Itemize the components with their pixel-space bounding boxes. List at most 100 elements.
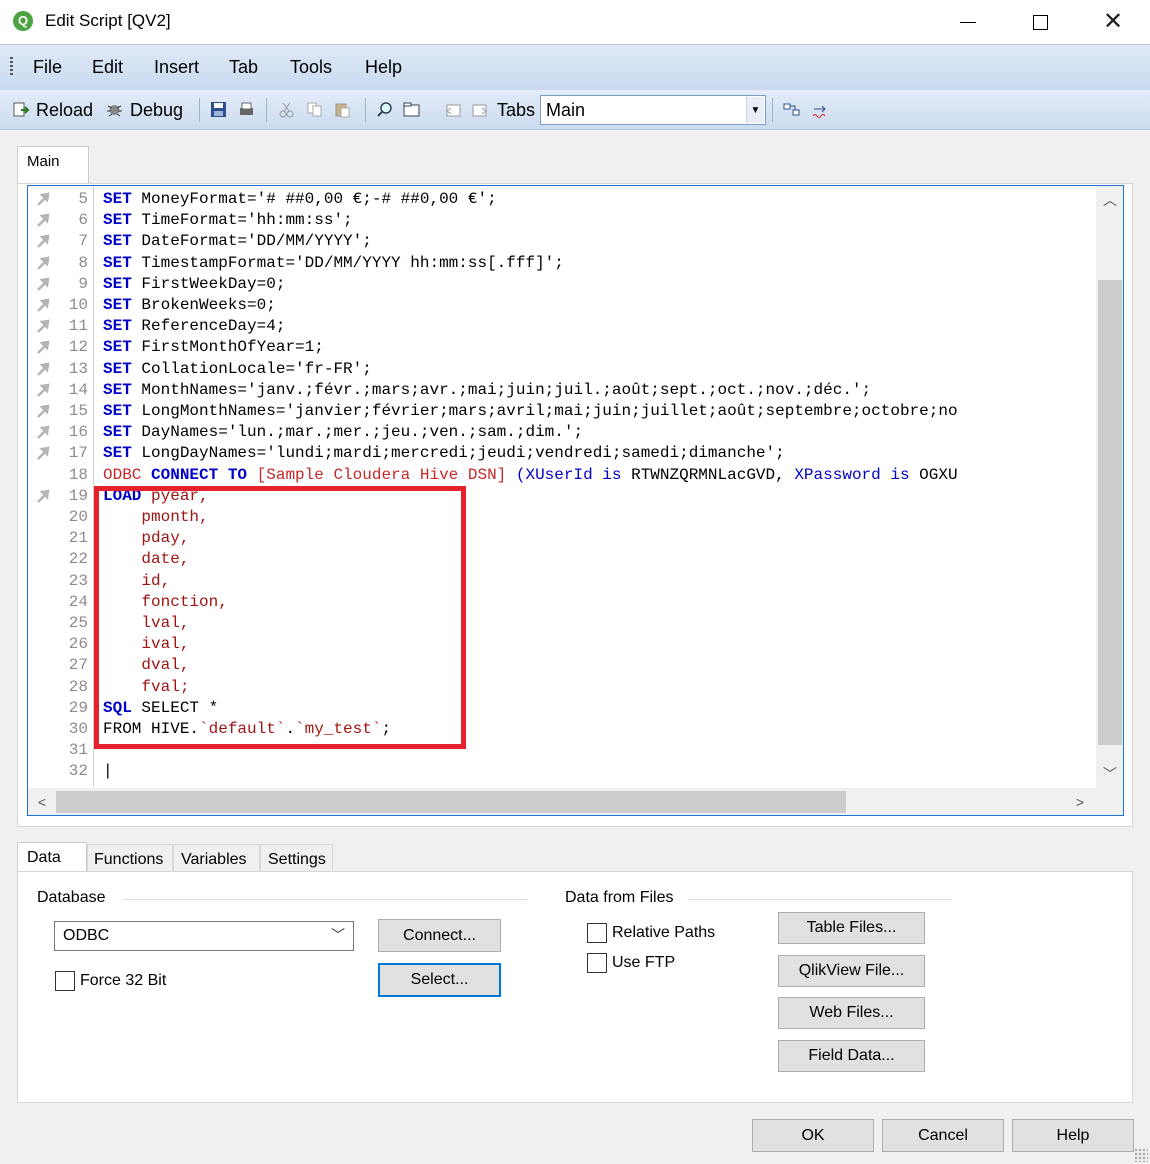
menu-file[interactable]: File [33, 57, 62, 78]
relative-paths-checkbox[interactable] [587, 923, 607, 943]
table-files-button[interactable]: Table Files... [778, 912, 925, 944]
save-icon[interactable] [210, 101, 227, 118]
divider [123, 899, 527, 900]
ok-button[interactable]: OK [752, 1119, 874, 1152]
tab-data[interactable]: Data [17, 842, 87, 872]
database-select[interactable]: ODBC ﹀ [54, 921, 354, 951]
code-line[interactable]: 12 SET FirstMonthOfYear=1; [28, 337, 1096, 358]
field-data-button[interactable]: Field Data... [778, 1040, 925, 1072]
use-ftp-checkbox[interactable] [587, 953, 607, 973]
menu-tab[interactable]: Tab [229, 57, 258, 78]
reload-button[interactable]: Reload [36, 97, 93, 123]
code-token: SET [103, 359, 132, 378]
line-code: SET BrokenWeeks=0; [103, 295, 276, 316]
tab-main[interactable]: Main [17, 146, 89, 184]
code-line[interactable]: 10 SET BrokenWeeks=0; [28, 295, 1096, 316]
menu-edit[interactable]: Edit [92, 57, 123, 78]
debug-icon [107, 105, 122, 117]
code-line[interactable]: 9 SET FirstWeekDay=0; [28, 274, 1096, 295]
scroll-right-icon[interactable]: > [1068, 790, 1092, 814]
cancel-button[interactable]: Cancel [882, 1119, 1004, 1152]
tab-select[interactable]: Main ▼ [540, 95, 766, 125]
database-group-label: Database [37, 889, 106, 906]
horizontal-scrollbar[interactable]: < > [28, 788, 1096, 815]
connect-button[interactable]: Connect... [378, 919, 501, 952]
code-line[interactable]: 13 SET CollationLocale='fr-FR'; [28, 359, 1096, 380]
code-token: (XUserId is [515, 465, 632, 484]
code-line[interactable]: 18 ODBC CONNECT TO [Sample Cloudera Hive … [28, 465, 1096, 486]
line-marker-icon [37, 298, 50, 312]
syntax-check-icon[interactable] [812, 101, 829, 118]
code-line[interactable]: 11 SET ReferenceDay=4; [28, 316, 1096, 337]
add-tab-icon[interactable] [403, 101, 420, 118]
line-code: SET LongMonthNames='janvier;février;mars… [103, 401, 958, 422]
code-token: DateFormat='DD/MM/YYYY'; [131, 232, 372, 251]
help-button[interactable]: Help [1012, 1119, 1134, 1152]
code-line[interactable]: 14 SET MonthNames='janv.;févr.;mars;avr.;… [28, 380, 1096, 401]
code-token: SET [103, 190, 132, 208]
code-line[interactable]: 6 SET TimeFormat='hh:mm:ss'; [28, 210, 1096, 231]
print-icon[interactable] [238, 101, 255, 118]
window-title: Edit Script [QV2] [45, 11, 171, 30]
tab-functions[interactable]: Functions [87, 844, 173, 872]
menu-help[interactable]: Help [365, 57, 402, 78]
code-line[interactable]: 16 SET DayNames='lun.;mar.;mer.;jeu.;ven.… [28, 422, 1096, 443]
tabs-label: Tabs [497, 99, 536, 120]
code-line[interactable]: 17 SET LongDayNames='lundi;mardi;mercredi… [28, 443, 1096, 464]
code-line[interactable]: 32 | [28, 761, 1096, 782]
code-line[interactable]: 15 SET LongMonthNames='janvier;février;ma… [28, 401, 1096, 422]
tab-left-icon[interactable] [444, 101, 461, 118]
line-number: 23 [68, 571, 88, 590]
scroll-up-icon[interactable]: ︿ [1098, 188, 1122, 212]
menu-insert[interactable]: Insert [154, 57, 199, 78]
close-button[interactable]: ✕ [1078, 0, 1148, 44]
paste-icon[interactable] [334, 101, 351, 118]
force-32-bit-checkbox[interactable] [55, 971, 75, 991]
cut-icon[interactable] [278, 101, 295, 118]
select-button[interactable]: Select... [378, 963, 501, 997]
vertical-scrollbar[interactable]: ︿ ﹀ [1096, 186, 1123, 788]
resize-grip-icon[interactable] [1134, 1148, 1148, 1162]
code-token: FirstMonthOfYear=1; [131, 338, 324, 357]
line-number: 28 [68, 677, 88, 696]
line-number: 15 [68, 402, 88, 420]
web-files-button[interactable]: Web Files... [778, 997, 925, 1029]
table-viewer-icon[interactable] [783, 101, 800, 118]
close-icon: ✕ [1102, 8, 1124, 35]
force-32-bit-label: Force 32 Bit [80, 972, 167, 989]
minimize-button[interactable] [933, 0, 1003, 44]
script-editor[interactable]: 5 SET MoneyFormat='# ##0,00 €;-# ##0,00 €… [27, 185, 1124, 816]
chevron-down-icon[interactable]: ﹀ [331, 925, 345, 945]
vertical-scroll-thumb[interactable] [1098, 280, 1122, 745]
code-token: MoneyFormat='# ##0,00 €;-# ##0,00 €'; [131, 190, 497, 208]
line-marker-icon [37, 383, 50, 397]
menu-grip[interactable] [10, 57, 13, 77]
line-number: 7 [78, 232, 88, 251]
scroll-down-icon[interactable]: ﹀ [1098, 762, 1122, 786]
debug-button[interactable]: Debug [130, 97, 183, 123]
code-token: | [103, 762, 113, 781]
tab-settings[interactable]: Settings [260, 844, 333, 872]
qlikview-file-button[interactable]: QlikView File... [778, 955, 925, 987]
code-token: TimeFormat='hh:mm:ss'; [131, 211, 353, 230]
code-line[interactable]: 5 SET MoneyFormat='# ##0,00 €;-# ##0,00 €… [28, 189, 1096, 210]
code-token: TimestampFormat='DD/MM/YYYY hh:mm:ss[.ff… [131, 253, 564, 272]
code-line[interactable]: 8 SET TimestampFormat='DD/MM/YYYY hh:mm:s… [28, 253, 1096, 274]
tab-right-icon[interactable] [472, 101, 489, 118]
chevron-down-icon[interactable]: ▼ [746, 97, 764, 123]
scroll-left-icon[interactable]: < [30, 790, 54, 814]
line-number: 12 [68, 338, 88, 357]
search-icon[interactable] [376, 101, 393, 118]
horizontal-scroll-thumb[interactable] [56, 791, 846, 813]
code-line[interactable]: 7 SET DateFormat='DD/MM/YYYY'; [28, 231, 1096, 252]
tab-variables[interactable]: Variables [173, 844, 260, 872]
line-code: SET TimestampFormat='DD/MM/YYYY hh:mm:ss… [103, 253, 564, 274]
line-marker-icon [37, 425, 50, 440]
line-number: 25 [68, 614, 88, 632]
maximize-button[interactable] [1005, 0, 1075, 44]
line-number: 31 [68, 741, 88, 760]
code-token: SET [103, 317, 132, 336]
menu-tools[interactable]: Tools [290, 57, 332, 78]
copy-icon[interactable] [306, 101, 323, 118]
line-number: 9 [78, 274, 88, 293]
